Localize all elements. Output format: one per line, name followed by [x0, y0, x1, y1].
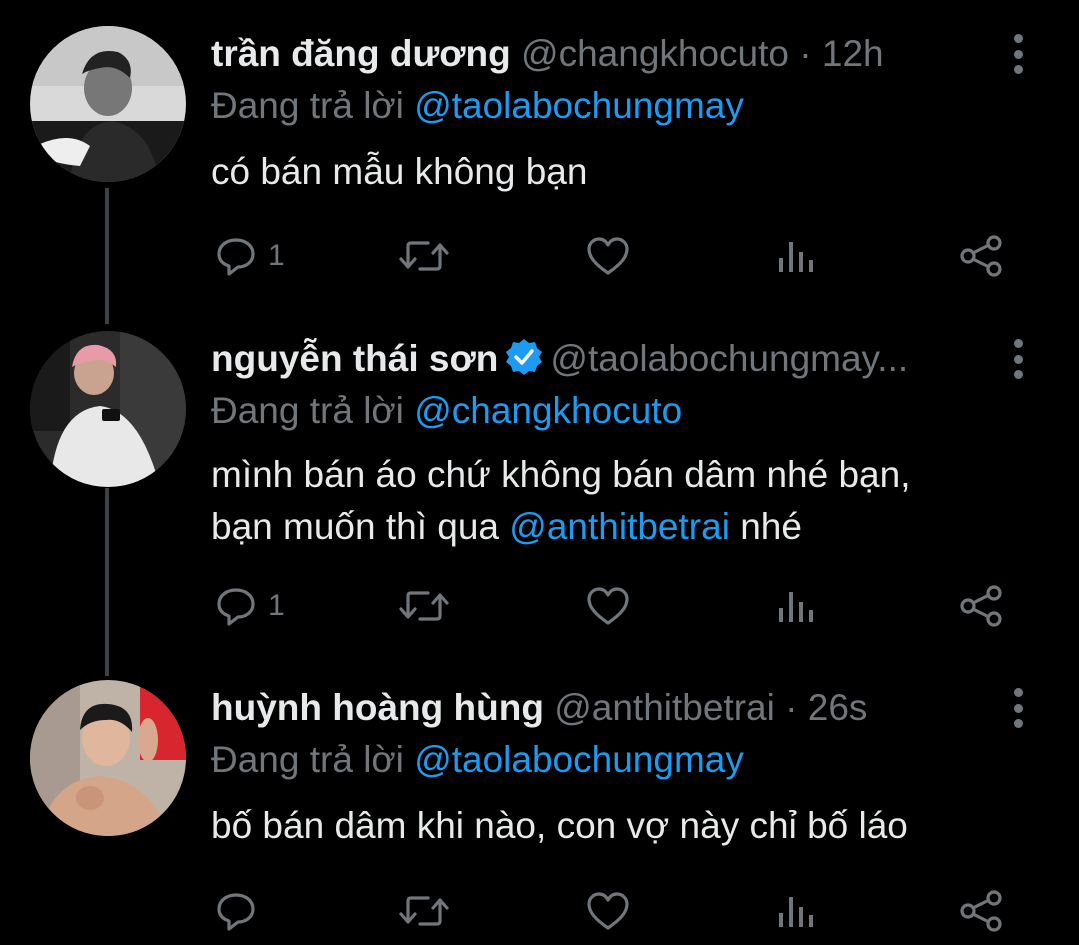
views-icon — [779, 242, 813, 272]
like-button[interactable] — [585, 232, 631, 280]
display-name[interactable]: nguyễn thái sơn — [211, 338, 498, 379]
display-name[interactable]: huỳnh hoàng hùng — [211, 687, 544, 728]
timestamp[interactable]: 26s — [808, 687, 868, 728]
replying-to-mention[interactable]: @taolabochungmay — [414, 85, 744, 126]
tweet-text: bố bán dâm khi nào, con vợ này chỉ bố lá… — [211, 800, 908, 852]
tweet-3[interactable]: huỳnh hoàng hùng @anthitbetrai · 26s Đan… — [0, 680, 1079, 945]
reply-button[interactable] — [214, 887, 268, 935]
separator-dot: · — [799, 33, 812, 74]
heart-icon — [587, 237, 629, 275]
reply-count: 1 — [268, 589, 285, 622]
timestamp[interactable]: 12h — [822, 33, 884, 74]
more-options-icon[interactable] — [1005, 34, 1031, 74]
tweet-text-line: có bán mẫu không bạn — [211, 151, 588, 192]
mention-link[interactable]: @anthitbetrai — [509, 506, 730, 547]
replying-to: Đang trả lời @taolabochungmay — [211, 734, 744, 786]
user-handle[interactable]: @taolabochungmay... — [550, 338, 908, 379]
tweet-text-segment: nhé — [740, 506, 802, 547]
reply-icon — [217, 893, 255, 931]
retweet-button[interactable] — [398, 232, 450, 280]
heart-icon — [587, 587, 629, 625]
retweet-icon — [399, 241, 449, 271]
replying-to-mention[interactable]: @taolabochungmay — [414, 739, 744, 780]
retweet-button[interactable] — [398, 582, 450, 630]
replying-to: Đang trả lời @taolabochungmay — [211, 80, 744, 132]
user-handle[interactable]: @changkhocuto — [521, 33, 789, 74]
tweet-header: trần đăng dương @changkhocuto · 12h — [211, 26, 969, 82]
replying-label: Đang trả lời — [211, 390, 404, 431]
replying-to-mention[interactable]: @changkhocuto — [414, 390, 682, 431]
tweet-header: nguyễn thái sơn @taolabochungmay... — [211, 331, 969, 387]
views-button[interactable] — [776, 887, 816, 935]
views-icon — [779, 592, 813, 622]
reply-button[interactable]: 1 — [214, 582, 285, 630]
tweet-header: huỳnh hoàng hùng @anthitbetrai · 26s — [211, 680, 969, 736]
share-icon — [960, 235, 1002, 277]
views-button[interactable] — [776, 582, 816, 630]
reply-icon — [217, 238, 255, 276]
heart-icon — [587, 892, 629, 930]
more-options-icon[interactable] — [1005, 688, 1031, 728]
share-icon — [960, 585, 1002, 627]
tweet-actions — [0, 887, 1079, 935]
separator-dot: · — [785, 687, 798, 728]
tweet-text-line: bạn muốn thì qua @anthitbetrai nhé — [211, 501, 911, 553]
verified-badge-icon — [506, 339, 543, 375]
display-name[interactable]: trần đăng dương — [211, 33, 511, 74]
share-button[interactable] — [958, 582, 1004, 630]
replying-label: Đang trả lời — [211, 739, 404, 780]
reply-button[interactable]: 1 — [214, 232, 285, 280]
tweet-2[interactable]: nguyễn thái sơn @taolabochungmay... Đang… — [0, 331, 1079, 651]
tweet-text-line: bố bán dâm khi nào, con vợ này chỉ bố lá… — [211, 805, 908, 846]
reply-icon — [217, 588, 255, 626]
avatar[interactable] — [30, 331, 186, 487]
tweet-actions: 1 — [0, 232, 1079, 280]
like-button[interactable] — [585, 887, 631, 935]
tweet-1[interactable]: trần đăng dương @changkhocuto · 12h Đang… — [0, 26, 1079, 326]
like-button[interactable] — [585, 582, 631, 630]
retweet-icon — [399, 896, 449, 926]
tweet-text: mình bán áo chứ không bán dâm nhé bạn, b… — [211, 449, 911, 553]
share-button[interactable] — [958, 887, 1004, 935]
reply-count: 1 — [268, 239, 285, 272]
tweet-text-segment: bạn muốn thì qua — [211, 506, 499, 547]
replying-to: Đang trả lời @changkhocuto — [211, 385, 682, 437]
share-icon — [960, 890, 1002, 932]
user-handle[interactable]: @anthitbetrai — [554, 687, 775, 728]
views-button[interactable] — [776, 232, 816, 280]
views-icon — [779, 897, 813, 927]
retweet-button[interactable] — [398, 887, 450, 935]
more-options-icon[interactable] — [1005, 339, 1031, 379]
tweet-text: có bán mẫu không bạn — [211, 146, 587, 198]
tweet-actions: 1 — [0, 582, 1079, 630]
replying-label: Đang trả lời — [211, 85, 404, 126]
avatar[interactable] — [30, 26, 186, 182]
retweet-icon — [399, 591, 449, 621]
share-button[interactable] — [958, 232, 1004, 280]
tweet-text-line: mình bán áo chứ không bán dâm nhé bạn, — [211, 454, 911, 495]
avatar[interactable] — [30, 680, 186, 836]
